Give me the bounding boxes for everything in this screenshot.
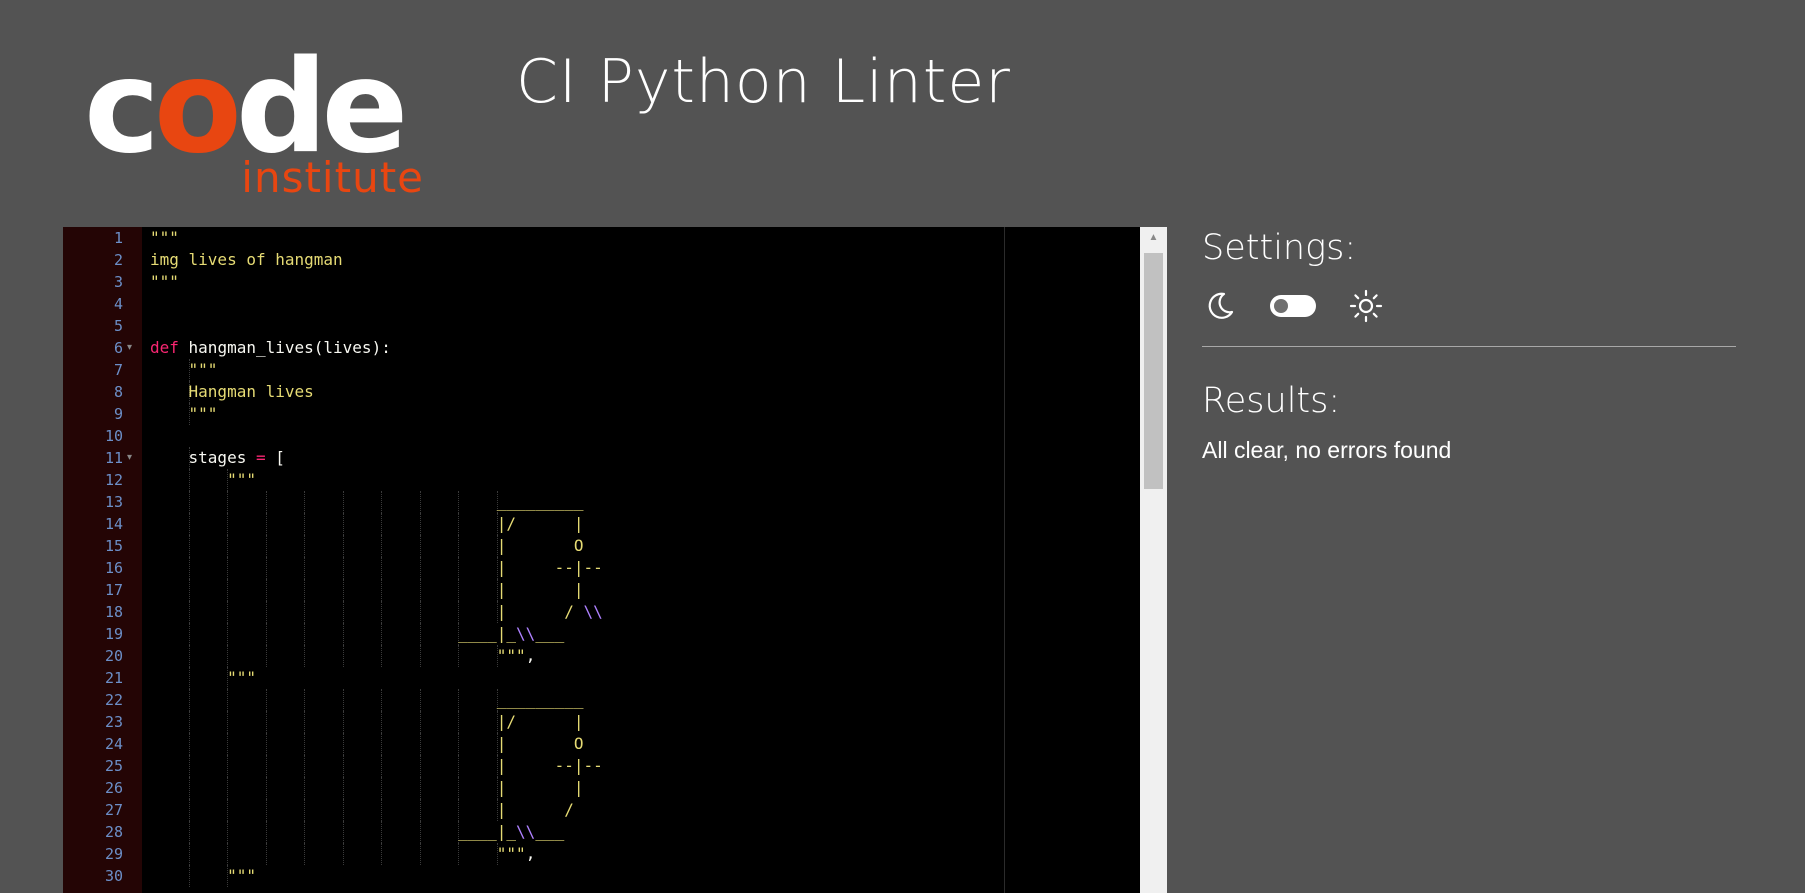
- code-line: ____|_\\___: [150, 624, 565, 643]
- line-number: 17: [104, 581, 123, 599]
- line-number: 4: [113, 295, 123, 313]
- code-line: """: [227, 470, 256, 489]
- code-editor[interactable]: 1 2 3 4 5 6 ▾ 7 8 9 10 11 ▾ 12 13 14 15 16 17 18 19 20 21 22 23 2…: [63, 227, 1167, 893]
- line-number: 19: [104, 625, 123, 643]
- code-line: """: [227, 866, 256, 885]
- scroll-thumb[interactable]: [1144, 253, 1163, 489]
- logo-subtitle: institute: [241, 153, 424, 202]
- line-number: 25: [104, 757, 123, 775]
- settings-title: Settings:: [1202, 228, 1357, 268]
- code-line: def hangman_lives(lives):: [150, 338, 391, 357]
- line-number: 23: [104, 713, 123, 731]
- line-number: 3: [113, 273, 123, 291]
- line-number-gutter: 1 2 3 4 5 6 ▾ 7 8 9 10 11 ▾ 12 13 14 15 16 17 18 19 20 21 22 23 2…: [63, 227, 142, 893]
- code-line: img lives of hangman: [150, 250, 343, 269]
- code-line: """,: [496, 646, 536, 665]
- page-title: CI Python Linter: [516, 47, 1011, 117]
- code-line: _________: [150, 492, 584, 511]
- line-number: 2: [113, 251, 123, 269]
- theme-settings: [1202, 286, 1736, 326]
- line-number: 21: [104, 669, 123, 687]
- code-line: """: [188, 360, 218, 379]
- fold-arrow-icon[interactable]: ▾: [127, 337, 132, 359]
- line-number: 29: [104, 845, 123, 863]
- line-number: 11: [104, 449, 123, 467]
- code-line: | O: [150, 536, 584, 555]
- scroll-up-arrow-icon[interactable]: ▲: [1140, 227, 1167, 249]
- line-number: 10: [104, 427, 123, 445]
- sun-icon[interactable]: [1348, 288, 1384, 324]
- line-number: 22: [104, 691, 123, 709]
- line-number: 1: [113, 229, 123, 247]
- line-number: 5: [113, 317, 123, 335]
- line-number: 24: [104, 735, 123, 753]
- line-number: 14: [104, 515, 123, 533]
- line-number: 6: [113, 339, 123, 357]
- code-line: | --|--: [150, 558, 603, 577]
- line-number: 15: [104, 537, 123, 555]
- line-number: 13: [104, 493, 123, 511]
- code-line: """: [150, 228, 179, 247]
- results-title: Results:: [1202, 381, 1341, 421]
- theme-toggle[interactable]: [1270, 295, 1316, 317]
- code-area[interactable]: """ img lives of hangman """ def hangman_li…: [142, 227, 1167, 893]
- side-panel: Settings: Results: All clear, no errors …: [1202, 226, 1736, 465]
- line-number: 16: [104, 559, 123, 577]
- line-number: 12: [104, 471, 123, 489]
- line-number: 7: [113, 361, 123, 379]
- code-line: |/ |: [150, 514, 584, 533]
- line-number: 27: [104, 801, 123, 819]
- code-line: ____|_\\___: [150, 822, 565, 841]
- line-number: 30: [104, 867, 123, 885]
- line-number: 18: [104, 603, 123, 621]
- code-line: | /: [150, 800, 574, 819]
- code-line: stages = [: [150, 448, 285, 467]
- fold-arrow-icon[interactable]: ▾: [127, 447, 132, 469]
- results-message: All clear, no errors found: [1202, 437, 1452, 463]
- toggle-knob: [1274, 299, 1288, 313]
- code-line: _________: [150, 690, 584, 709]
- code-line: | |: [150, 778, 584, 797]
- line-number: 28: [104, 823, 123, 841]
- line-number: 8: [113, 383, 123, 401]
- code-line: |/ |: [150, 712, 584, 731]
- code-line: | |: [150, 580, 584, 599]
- editor-scrollbar[interactable]: ▲: [1140, 227, 1167, 893]
- line-number: 20: [104, 647, 123, 665]
- section-divider: [1202, 346, 1736, 347]
- code-line: | O: [150, 734, 584, 753]
- line-number: 9: [113, 405, 123, 423]
- code-line: Hangman lives: [150, 382, 314, 401]
- code-line: """: [188, 404, 218, 423]
- moon-icon[interactable]: [1202, 288, 1238, 324]
- code-line: | --|--: [150, 756, 603, 775]
- code-line: """,: [496, 844, 536, 863]
- code-line: """: [227, 668, 256, 687]
- line-number: 26: [104, 779, 123, 797]
- code-line: | / \\: [150, 602, 603, 621]
- code-line: """: [150, 272, 179, 291]
- code-institute-logo: code institute: [84, 44, 424, 204]
